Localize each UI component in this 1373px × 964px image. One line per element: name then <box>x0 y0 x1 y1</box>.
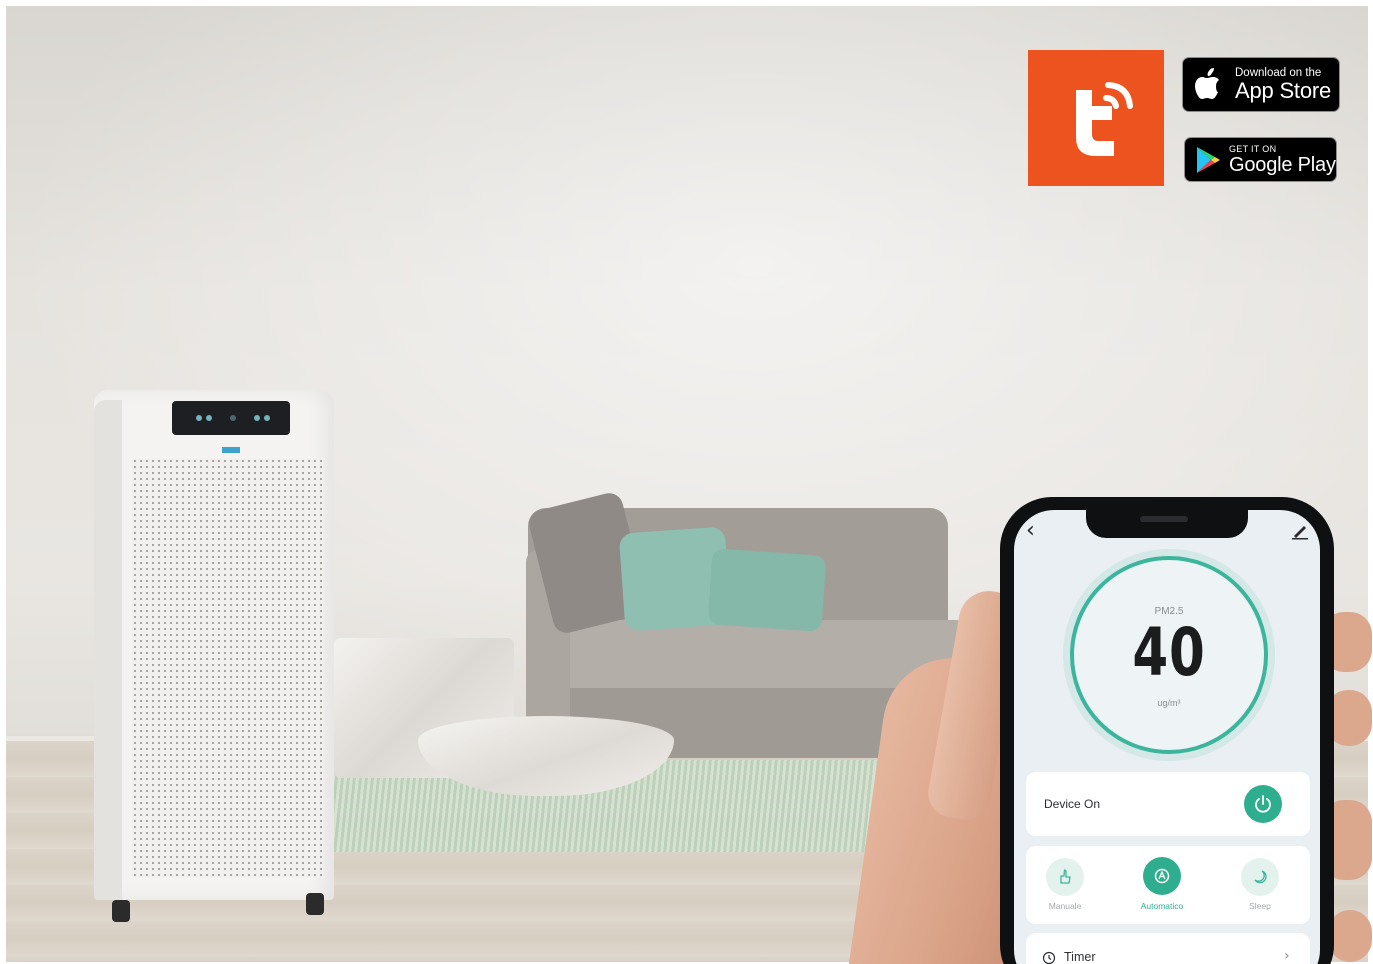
mode-sleep-button[interactable] <box>1241 858 1279 896</box>
auto-mode-icon <box>1154 868 1170 884</box>
tuya-t-wifi-icon <box>1076 82 1133 156</box>
edit-icon[interactable] <box>1290 520 1310 540</box>
purifier-control-panel <box>172 401 290 435</box>
google-play-line2: Google Play <box>1229 153 1336 176</box>
google-play-badge[interactable]: GET IT ON Google Play <box>1184 137 1337 182</box>
purifier-logo <box>222 447 240 453</box>
app-store-badge[interactable]: Download on the App Store <box>1182 57 1340 112</box>
google-play-icon <box>1197 146 1220 173</box>
apple-icon <box>1195 67 1219 99</box>
tuya-logo[interactable] <box>1028 50 1164 186</box>
chevron-right-icon: › <box>1284 948 1290 964</box>
power-toggle-button[interactable] <box>1244 785 1282 823</box>
google-play-line1: GET IT ON <box>1229 143 1277 154</box>
app-store-line1: Download on the <box>1235 66 1322 79</box>
back-arrow-icon[interactable]: ‹ <box>1026 520 1044 542</box>
phone-speaker <box>1140 516 1188 522</box>
finger <box>1328 910 1372 962</box>
timer-label: Timer <box>1064 950 1096 964</box>
mode-manuale-button[interactable] <box>1046 858 1084 896</box>
phone-notch <box>1086 508 1248 538</box>
power-icon <box>1255 795 1271 813</box>
purifier-wheel <box>112 900 130 922</box>
purifier-wheel <box>306 893 324 915</box>
pm25-value: 40 <box>1132 614 1206 691</box>
device-status-label: Device On <box>1044 797 1101 811</box>
app-store-line2: App Store <box>1235 77 1332 103</box>
moon-icon <box>1254 870 1267 884</box>
air-purifier-side <box>94 400 122 900</box>
mode-automatico-button[interactable] <box>1143 857 1181 895</box>
mode-sleep-label: Sleep <box>1249 901 1271 911</box>
clock-icon <box>1042 951 1056 964</box>
mode-manuale-label: Manuale <box>1048 901 1082 911</box>
pm25-unit: ug/m³ <box>1157 698 1181 708</box>
mode-automatico-label: Automatico <box>1140 901 1184 911</box>
purifier-grille <box>132 458 324 878</box>
hand-icon <box>1060 869 1071 884</box>
green-cushion <box>707 548 827 632</box>
